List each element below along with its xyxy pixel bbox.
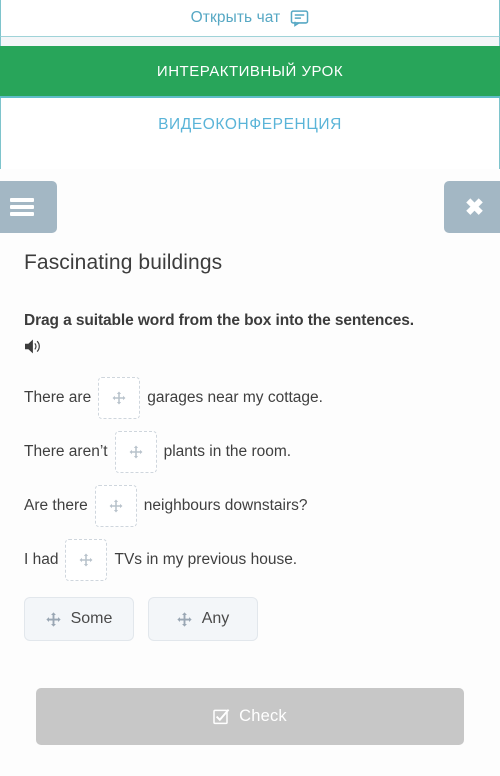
check-button-wrapper: Check [0,641,500,745]
close-x-icon: ✖ [464,193,485,220]
draggable-word-any[interactable]: Any [148,597,258,641]
videoconference-label: ВИДЕОКОНФЕРЕНЦИЯ [158,116,342,133]
draggable-word-label: Some [70,610,113,627]
instruction-block: Drag a suitable word from the box into t… [0,275,500,355]
sentence-text-after: plants in the room. [163,443,292,460]
sentence-text-before: I had [24,551,59,568]
draggable-word-label: Any [201,610,230,627]
sentence-text-after: garages near my cottage. [147,389,323,406]
hamburger-menu-icon [9,198,34,216]
move-arrows-icon [45,611,61,627]
sentence-row: There are garages near my cottage. [24,371,476,425]
interactive-lesson-label: ИНТЕРАКТИВНЫЙ УРОК [156,62,344,80]
word-bank: Some Any [0,587,500,641]
move-arrows-icon [177,611,192,627]
interactive-lesson-banner[interactable]: ИНТЕРАКТИВНЫЙ УРОК [0,46,500,98]
dropzone-2[interactable] [114,431,157,473]
sentence-text-after: TVs in my previous house. [114,551,298,568]
checkbox-checked-icon [213,708,230,725]
sentence-row: There aren’t plants in the room. [24,425,476,479]
chat-bubble-icon [290,9,309,27]
bar-separator-strip [0,37,500,46]
dropzone-3[interactable] [94,485,137,527]
open-chat-label: Открыть чат [190,9,281,26]
speaker-volume-icon[interactable] [24,338,476,355]
exercise-panel: ✖ Fascinating buildings Drag a suitable … [0,169,500,776]
draggable-word-some[interactable]: Some [24,597,134,641]
check-button-label: Check [239,707,287,725]
move-arrows-icon [112,391,126,405]
instruction-text: Drag a suitable word from the box into t… [24,312,415,329]
move-arrows-icon [129,445,143,459]
page-title: Fascinating buildings [24,251,223,274]
dropzone-4[interactable] [65,539,108,581]
dropzone-1[interactable] [98,377,141,419]
sentence-row: Are there neighbours downstairs? [24,479,476,533]
sentence-row: I had TVs in my previous house. [24,533,476,587]
sentence-text-after: neighbours downstairs? [143,497,308,514]
sentence-list: There are garages near my cottage. There… [0,355,500,587]
menu-button[interactable] [0,181,57,233]
move-arrows-icon [80,553,93,567]
check-button[interactable]: Check [36,688,464,745]
move-arrows-icon [109,499,123,513]
sentence-text-before: Are there [24,497,88,514]
tab-bottom-fill [0,152,500,169]
exercise-toolbar: ✖ [0,169,500,233]
open-chat-bar[interactable]: Открыть чат [0,0,500,37]
close-button[interactable]: ✖ [444,181,500,233]
sentence-text-before: There aren’t [24,443,108,460]
sentence-text-before: There are [24,389,92,406]
tab-videoconference[interactable]: ВИДЕОКОНФЕРЕНЦИЯ [0,98,500,152]
